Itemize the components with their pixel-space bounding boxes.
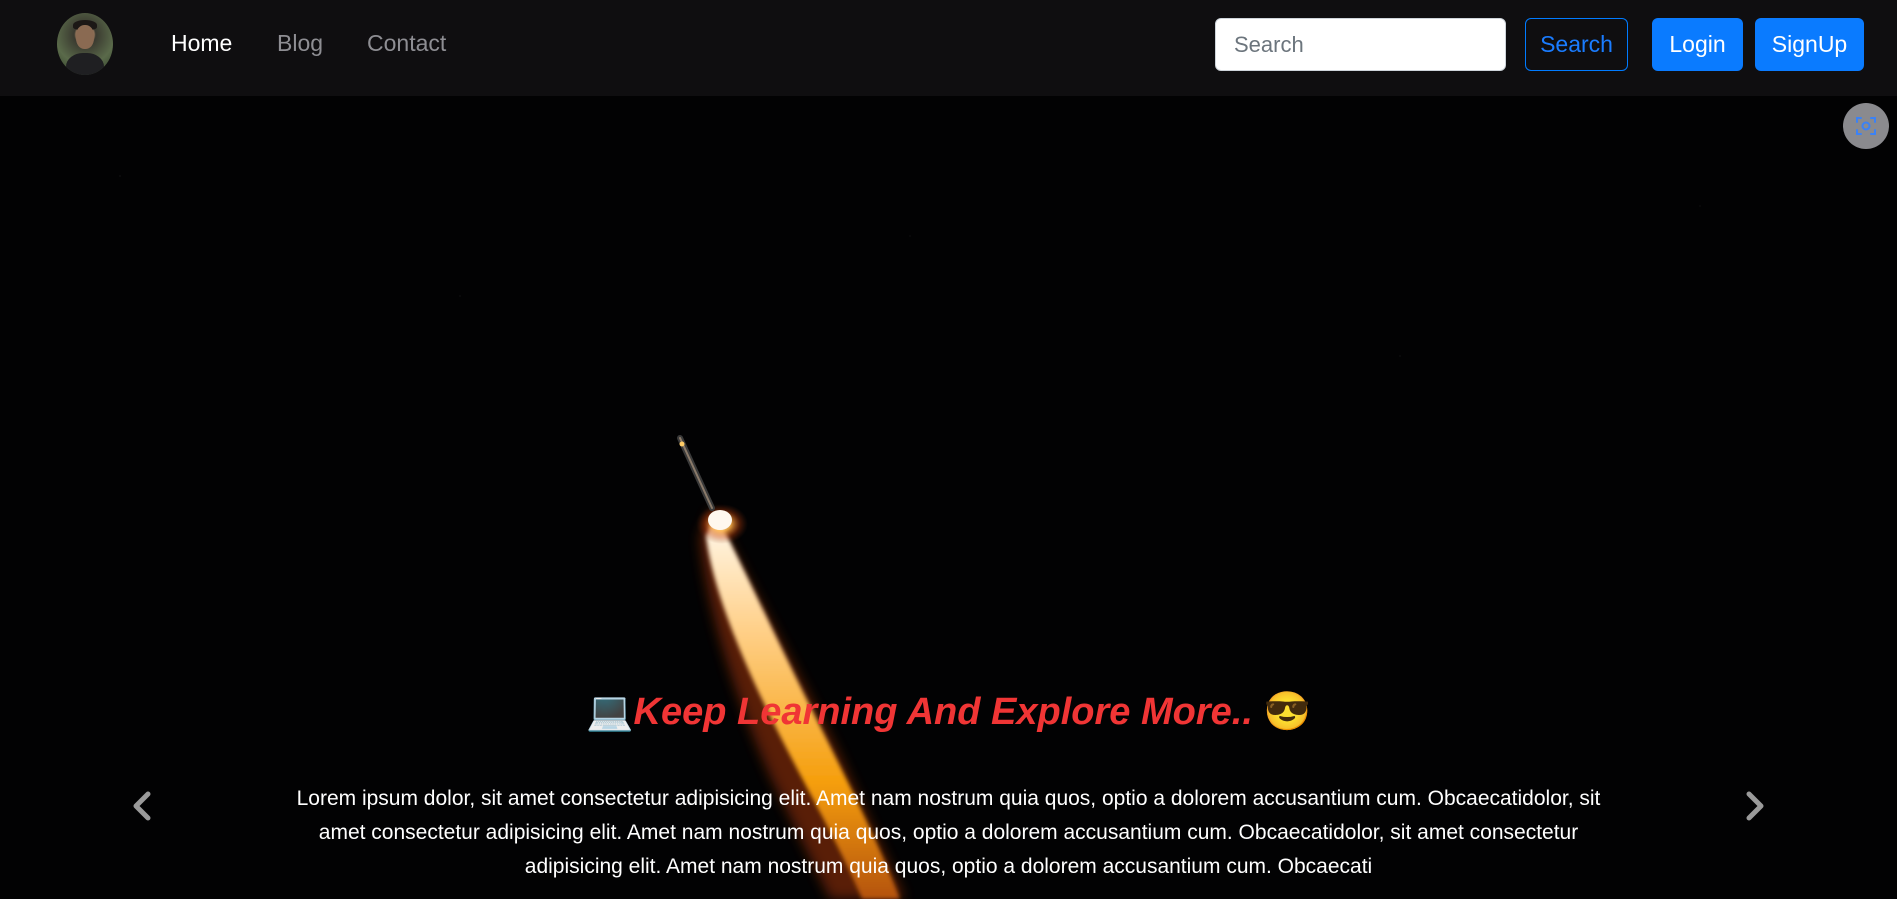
nav-link-home[interactable]: Home bbox=[171, 30, 232, 57]
laptop-emoji: 💻 bbox=[586, 691, 634, 733]
search-input[interactable] bbox=[1215, 18, 1506, 71]
carousel-next-control[interactable] bbox=[1735, 786, 1775, 826]
search-button[interactable]: Search bbox=[1525, 18, 1628, 71]
profile-avatar[interactable] bbox=[57, 13, 113, 75]
sunglasses-emoji: 😎 bbox=[1263, 691, 1311, 733]
hero-carousel: 💻Keep Learning And Explore More.. 😎 Lore… bbox=[0, 96, 1897, 899]
carousel-caption-title: 💻Keep Learning And Explore More.. 😎 bbox=[0, 690, 1897, 734]
rocket-launch-image bbox=[677, 435, 905, 899]
carousel-caption-text: Lorem ipsum dolor, sit amet consectetur … bbox=[296, 787, 1601, 878]
screenshot-capture-icon bbox=[1856, 117, 1876, 135]
signup-button[interactable]: SignUp bbox=[1755, 18, 1864, 71]
chevron-right-icon bbox=[1746, 791, 1764, 821]
caption-title-text: Keep Learning And Explore More.. bbox=[633, 691, 1253, 733]
carousel-prev-control[interactable] bbox=[122, 786, 162, 826]
nav-link-blog[interactable]: Blog bbox=[277, 30, 323, 57]
chevron-left-icon bbox=[133, 791, 151, 821]
top-navbar: Home Blog Contact Search Login SignUp bbox=[0, 0, 1897, 96]
screenshot-capture-button[interactable] bbox=[1843, 103, 1889, 149]
nav-link-contact[interactable]: Contact bbox=[367, 30, 446, 57]
login-button[interactable]: Login bbox=[1652, 18, 1743, 71]
